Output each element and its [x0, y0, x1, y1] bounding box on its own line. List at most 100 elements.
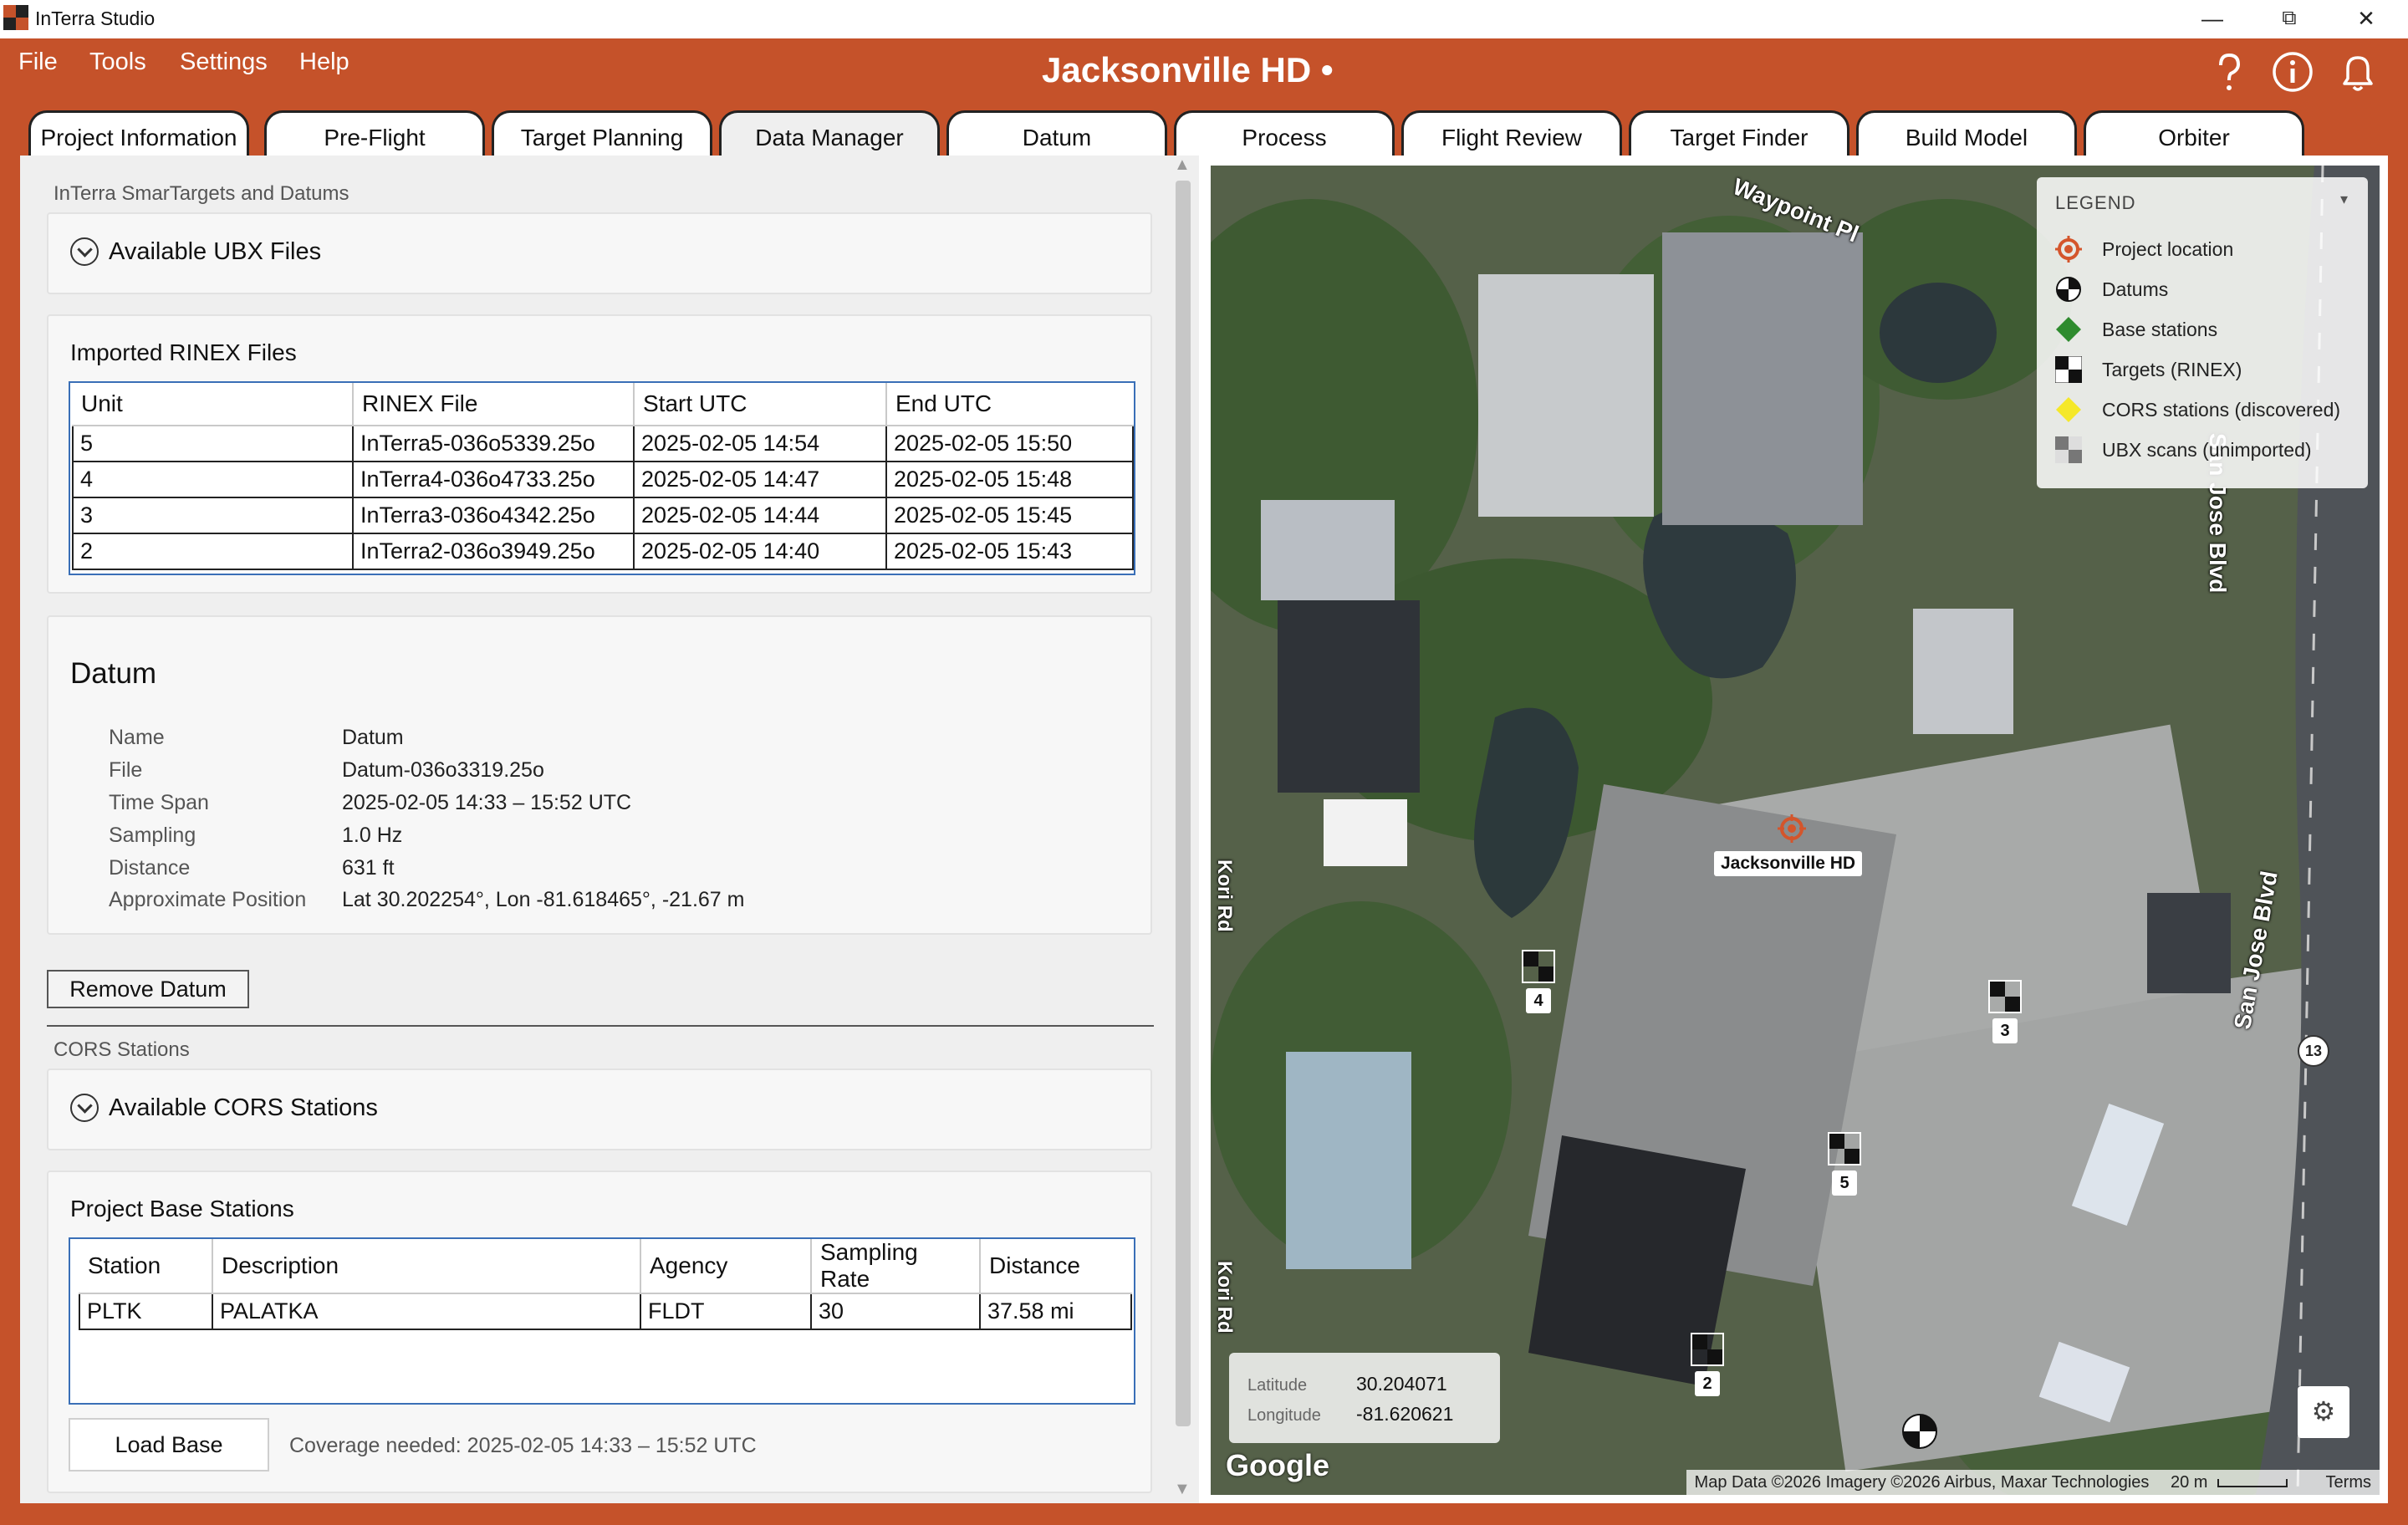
- cell-unit: 3: [72, 497, 354, 534]
- target-marker-2[interactable]: [1691, 1333, 1724, 1366]
- menu-help[interactable]: Help: [299, 48, 349, 76]
- col-rinex-file[interactable]: RINEX File: [353, 383, 635, 426]
- datum-position-key: Approximate Position: [109, 888, 307, 911]
- menu-settings[interactable]: Settings: [180, 48, 268, 76]
- tab-data-manager[interactable]: Data Manager: [719, 110, 940, 157]
- window-title-bar: InTerra Studio — ⧉ ✕: [0, 0, 2408, 38]
- base-stations-table: Station Description Agency Sampling Rate…: [79, 1239, 1132, 1330]
- cors-card: Available CORS Stations: [47, 1069, 1152, 1150]
- tab-target-finder[interactable]: Target Finder: [1629, 110, 1849, 157]
- bell-icon[interactable]: [2336, 50, 2380, 94]
- map-view[interactable]: Waypoint Pl San Jose Blvd San Jose Blvd …: [1211, 166, 2380, 1495]
- section-divider: [47, 1025, 1154, 1027]
- map-attribution: Map Data ©2026 Imagery ©2026 Airbus, Max…: [1686, 1470, 2380, 1495]
- minimize-button[interactable]: —: [2174, 0, 2251, 38]
- target-label-3: 3: [1992, 1018, 2018, 1043]
- scroll-thumb[interactable]: [1176, 181, 1191, 1426]
- chevron-down-icon: [70, 1094, 99, 1122]
- col-agency[interactable]: Agency: [640, 1239, 812, 1294]
- close-button[interactable]: ✕: [2328, 0, 2405, 38]
- project-location-label: Jacksonville HD: [1714, 851, 1863, 876]
- cell-station: PLTK: [79, 1293, 213, 1330]
- restore-button[interactable]: ⧉: [2251, 0, 2328, 38]
- target-marker-5[interactable]: [1828, 1132, 1861, 1165]
- cell-file: InTerra2-036o3949.25o: [352, 533, 635, 570]
- legend-label: Datums: [2102, 278, 2169, 300]
- target-marker-4[interactable]: [1522, 950, 1555, 983]
- col-start-utc[interactable]: Start UTC: [634, 383, 887, 426]
- datum-name-key: Name: [109, 726, 165, 749]
- terms-link[interactable]: Terms: [2326, 1473, 2371, 1492]
- map-settings-gear-icon[interactable]: ⚙: [2298, 1386, 2349, 1438]
- col-distance[interactable]: Distance: [980, 1239, 1131, 1294]
- remove-datum-button[interactable]: Remove Datum: [47, 970, 249, 1008]
- base-stations-title: Project Base Stations: [70, 1196, 294, 1222]
- project-title: Jacksonville HD •: [1042, 50, 1334, 89]
- cors-expander[interactable]: Available CORS Stations: [70, 1094, 378, 1122]
- cell-end: 2025-02-05 15:43: [885, 533, 1134, 570]
- target-marker-3[interactable]: [1988, 980, 2022, 1013]
- table-row[interactable]: 4 InTerra4-036o4733.25o 2025-02-05 14:47…: [72, 461, 1134, 498]
- legend-item-project-location: Project location: [2055, 232, 2233, 266]
- main-content: InTerra SmarTargets and Datums Available…: [20, 156, 2388, 1503]
- tab-orbiter[interactable]: Orbiter: [2084, 110, 2304, 157]
- cors-icon: [2055, 396, 2082, 423]
- menu-file[interactable]: File: [18, 48, 58, 76]
- road-label-kori-rd: Kori Rd: [1213, 859, 1236, 932]
- help-icon[interactable]: [2207, 50, 2251, 94]
- rinex-table: Unit RINEX File Start UTC End UTC 5 InTe…: [72, 383, 1134, 570]
- legend-label: Base stations: [2102, 318, 2218, 340]
- datum-marker[interactable]: [1901, 1413, 1938, 1450]
- col-sampling-rate[interactable]: Sampling Rate: [811, 1239, 981, 1294]
- base-station-icon: [2055, 316, 2082, 343]
- table-row[interactable]: 5 InTerra5-036o5339.25o 2025-02-05 14:54…: [72, 425, 1134, 462]
- ubx-files-expander[interactable]: Available UBX Files: [70, 237, 321, 266]
- chevron-down-icon: [70, 237, 99, 266]
- legend-collapse-icon[interactable]: ▾: [2340, 191, 2348, 208]
- cell-end: 2025-02-05 15:45: [885, 497, 1134, 534]
- legend-label: Targets (RINEX): [2102, 358, 2242, 380]
- tab-build-model[interactable]: Build Model: [1856, 110, 2077, 157]
- cell-unit: 2: [72, 533, 354, 570]
- tab-flight-review[interactable]: Flight Review: [1401, 110, 1622, 157]
- google-logo: Google: [1226, 1448, 1329, 1482]
- col-description[interactable]: Description: [212, 1239, 641, 1294]
- col-station[interactable]: Station: [79, 1239, 213, 1294]
- cell-file: InTerra4-036o4733.25o: [352, 461, 635, 498]
- table-row[interactable]: PLTK PALATKA FLDT 30 37.58 mi: [79, 1293, 1132, 1330]
- tab-process[interactable]: Process: [1174, 110, 1395, 157]
- datum-sampling-value: 1.0 Hz: [342, 824, 403, 847]
- window-title: InTerra Studio: [35, 8, 156, 29]
- scale-label: 20 m: [2170, 1473, 2208, 1492]
- left-pane-scrollbar[interactable]: ▲ ▼: [1169, 156, 1199, 1503]
- table-row[interactable]: 3 InTerra3-036o4342.25o 2025-02-05 14:44…: [72, 497, 1134, 534]
- target-label-4: 4: [1526, 988, 1551, 1013]
- datum-icon: [2055, 276, 2082, 303]
- cell-description: PALATKA: [212, 1293, 641, 1330]
- ubx-files-card: Available UBX Files: [47, 212, 1152, 294]
- datum-position-value: Lat 30.202254°, Lon -81.618465°, -21.67 …: [342, 888, 745, 911]
- info-icon[interactable]: [2271, 50, 2314, 94]
- col-end-utc[interactable]: End UTC: [886, 383, 1133, 426]
- tab-datum[interactable]: Datum: [946, 110, 1167, 157]
- latitude-value: 30.204071: [1356, 1373, 1447, 1395]
- cell-start: 2025-02-05 14:47: [633, 461, 887, 498]
- load-base-button[interactable]: Load Base: [69, 1418, 269, 1471]
- legend-item-targets: Targets (RINEX): [2055, 353, 2242, 386]
- table-row[interactable]: 2 InTerra2-036o3949.25o 2025-02-05 14:40…: [72, 533, 1134, 570]
- tab-target-planning[interactable]: Target Planning: [492, 110, 712, 157]
- scale-bar: [2217, 1479, 2288, 1487]
- cell-agency: FLDT: [640, 1293, 812, 1330]
- col-unit[interactable]: Unit: [73, 383, 354, 426]
- scroll-down-arrow-icon[interactable]: ▼: [1174, 1480, 1191, 1499]
- datum-title: Datum: [70, 657, 157, 690]
- rinex-title: Imported RINEX Files: [70, 339, 297, 365]
- tab-pre-flight[interactable]: Pre-Flight: [264, 110, 485, 157]
- coordinates-readout: Latitude 30.204071 Longitude -81.620621: [1229, 1353, 1500, 1443]
- legend-item-datums: Datums: [2055, 273, 2168, 306]
- scroll-up-arrow-icon[interactable]: ▲: [1174, 156, 1191, 175]
- datum-file-value: Datum-036o3319.25o: [342, 758, 544, 782]
- menu-tools[interactable]: Tools: [89, 48, 146, 76]
- project-location-icon[interactable]: [1778, 814, 1806, 843]
- tab-project-information[interactable]: Project Information: [28, 110, 249, 157]
